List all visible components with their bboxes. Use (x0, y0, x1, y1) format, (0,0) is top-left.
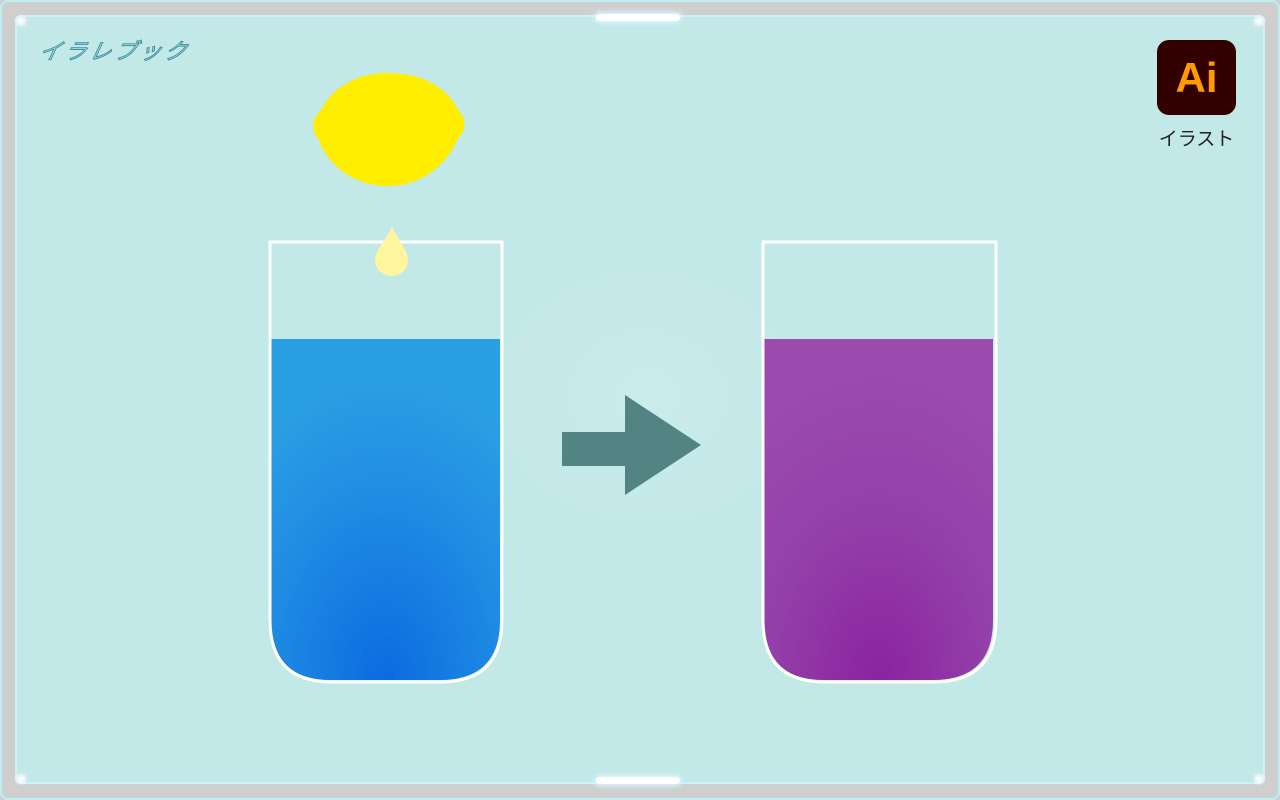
liquid-after (764, 339, 993, 680)
lemon (313, 73, 465, 186)
illustration (268, 73, 998, 684)
liquid-before (271, 339, 500, 680)
arrow-right-icon (562, 395, 701, 495)
lemon-drop (375, 227, 408, 276)
